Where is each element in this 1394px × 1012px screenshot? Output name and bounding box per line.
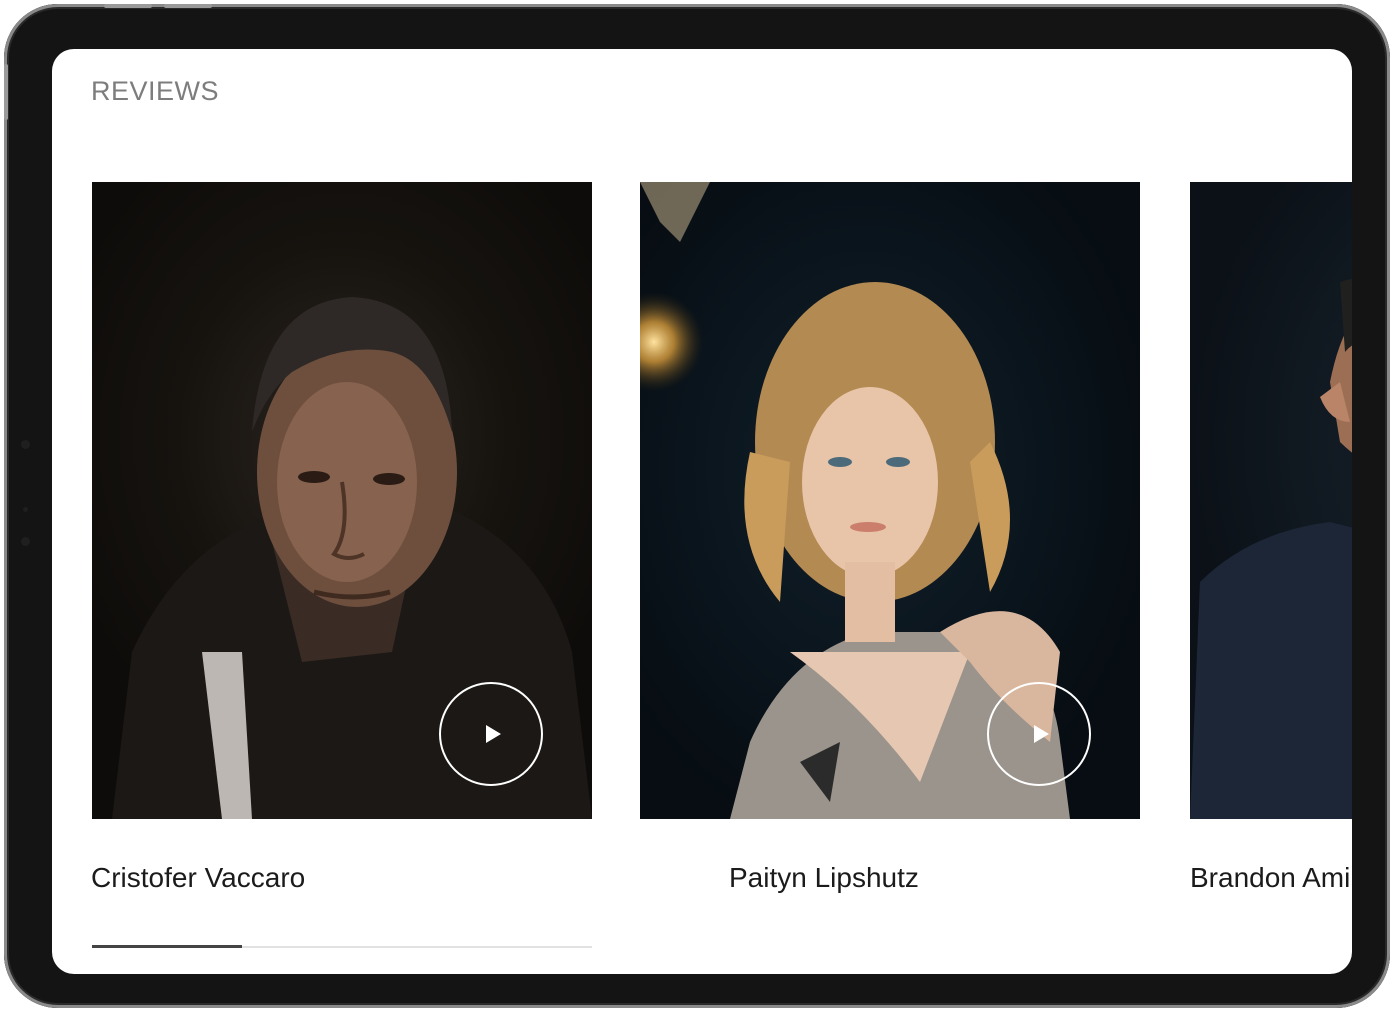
camera-sensor — [23, 507, 28, 512]
screen: REVIEWS Cristofer Vaccaro Paityn Lipshut… — [52, 49, 1352, 974]
carousel-progress[interactable] — [92, 945, 592, 948]
reviewer-name: Brandon Ami — [1190, 862, 1351, 893]
hardware-button — [104, 4, 152, 8]
hardware-button — [164, 4, 212, 8]
hardware-button — [4, 64, 8, 120]
play-icon — [1034, 725, 1049, 743]
reviewer-name: Cristofer Vaccaro — [91, 862, 306, 893]
play-video-button[interactable] — [439, 682, 543, 786]
portrait-man — [1190, 278, 1352, 819]
reviewer-photo — [92, 182, 592, 819]
reviewer-photo — [640, 182, 1140, 819]
reviewer-photo — [1190, 182, 1352, 819]
carousel-progress-fill — [92, 945, 242, 948]
review-card[interactable]: Cristofer Vaccaro — [91, 182, 592, 893]
camera-sensor — [21, 537, 30, 546]
reviewer-name: Paityn Lipshutz — [729, 862, 919, 893]
review-card[interactable]: Brandon Ami — [1190, 182, 1352, 893]
review-card[interactable]: Paityn Lipshutz — [640, 182, 1140, 893]
section-title: REVIEWS — [91, 76, 220, 106]
tablet-frame: REVIEWS Cristofer Vaccaro Paityn Lipshut… — [4, 4, 1390, 1008]
play-icon — [486, 725, 501, 743]
play-video-button[interactable] — [987, 682, 1091, 786]
camera-sensor — [21, 440, 30, 449]
